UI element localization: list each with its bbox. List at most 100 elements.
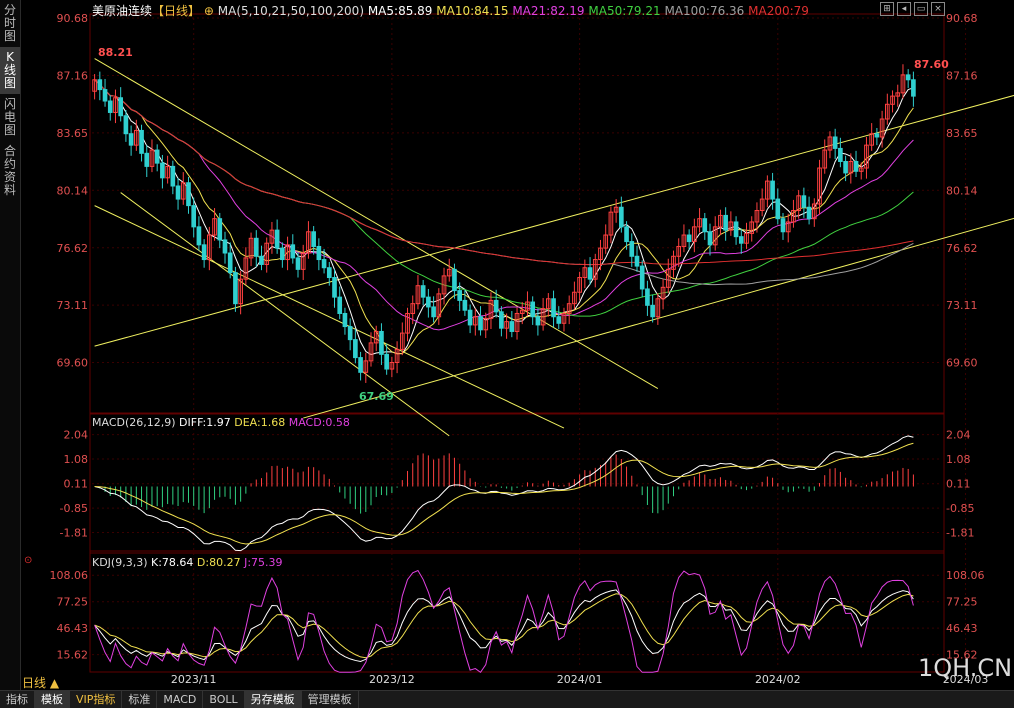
kdj-panel (95, 571, 914, 673)
macd-dea: DEA:1.68 (234, 416, 285, 429)
kdj-j: J:75.39 (244, 556, 282, 569)
macd-header: MACD(26,12,9) DIFF:1.97 DEA:1.68 MACD:0.… (92, 416, 350, 429)
sidebar-tab-contract-info[interactable]: 合约资料 (0, 141, 20, 201)
grid-icon[interactable]: ⊞ (880, 2, 894, 16)
price-tick-right: 90.68 (946, 12, 978, 25)
tab-indicator[interactable]: 指标 (0, 691, 35, 708)
macd-tick-left: 2.04 (64, 429, 89, 442)
candle-body (635, 256, 639, 266)
period-label: 【日线】 (152, 4, 200, 18)
time-tick-label: 2023/11 (171, 673, 217, 686)
kdj-k: K:78.64 (151, 556, 193, 569)
kdj-tick-left: 15.62 (57, 649, 89, 662)
candle-body (687, 235, 691, 242)
tab-manage-template[interactable]: 管理模板 (302, 691, 359, 708)
time-tick-label: 2024/02 (755, 673, 801, 686)
candle-body (479, 317, 483, 330)
candle-body (839, 148, 843, 161)
tab-boll[interactable]: BOLL (203, 691, 244, 708)
moving-averages (95, 80, 914, 355)
kdj-tick-right: 108.06 (946, 569, 985, 582)
candle-body (140, 130, 144, 153)
candle-body (124, 116, 128, 134)
candle-body (161, 163, 165, 178)
kdj-d-line (95, 594, 914, 658)
price-tick-left: 83.65 (57, 127, 89, 140)
tab-vip-indicator[interactable]: VIP指标 (70, 691, 122, 708)
candle-body (536, 317, 540, 325)
trendline (121, 193, 450, 436)
bottom-toolbar: 指标 模板 VIP指标 标准 MACD BOLL 另存模板 管理模板 (0, 690, 1014, 708)
watermark: 1QH.CN (918, 654, 1012, 682)
ma21-value: MA21:82.19 (512, 4, 584, 18)
candle-body (552, 299, 556, 317)
candle-body (844, 161, 848, 172)
tab-standard[interactable]: 标准 (122, 691, 157, 708)
candle-body (291, 245, 295, 258)
window-icon[interactable]: ▭ (914, 2, 928, 16)
macd-panel (95, 436, 914, 551)
sidebar-tab-timeshare[interactable]: 分时图 (0, 0, 20, 47)
candle-body (421, 286, 425, 297)
price-tick-left: 73.11 (57, 299, 89, 312)
candle-body (296, 258, 300, 269)
sidebar-tab-kline[interactable]: K线图 (0, 47, 20, 94)
price-tick-right: 87.16 (946, 70, 978, 83)
candle-body (500, 312, 504, 328)
candle-body (228, 253, 232, 273)
candle-body (781, 219, 785, 232)
candle-body (348, 327, 352, 340)
kdj-settings-icon[interactable]: ⊙ (24, 555, 32, 566)
candle-body (588, 268, 592, 279)
candle-body (343, 313, 347, 326)
trendlines (95, 59, 1014, 436)
price-tick-left: 76.62 (57, 242, 89, 255)
macd-diff: DIFF:1.97 (179, 416, 231, 429)
kdj-header: KDJ(9,3,3) K:78.64 D:80.27 J:75.39 (92, 556, 283, 569)
chart-canvas: 90.6890.6887.1687.1683.6583.6580.1480.14… (0, 0, 1014, 690)
price-tick-right: 76.62 (946, 242, 978, 255)
tab-template[interactable]: 模板 (35, 691, 70, 708)
add-icon[interactable]: ⊕ (204, 4, 214, 18)
candle-body (103, 90, 107, 101)
instrument-title: 美原油连续 (92, 4, 152, 18)
candle-body (776, 199, 780, 219)
candle-body (531, 302, 535, 317)
candle-body (463, 300, 467, 310)
candle-body (724, 215, 728, 230)
price-tick-left: 80.14 (57, 184, 89, 197)
candle-body (254, 238, 258, 256)
candle-body (432, 307, 436, 317)
kdj-tick-left: 77.25 (57, 596, 89, 609)
annot-last-high: 87.60 (914, 58, 949, 71)
macd-tick-left: 1.08 (64, 453, 89, 466)
back-icon[interactable]: ◂ (897, 2, 911, 16)
macd-tick-right: 2.04 (946, 429, 971, 442)
sidebar: 分时图 K线图 闪电图 合约资料 (0, 0, 21, 690)
candle-body (192, 206, 196, 227)
candle-body (385, 354, 389, 369)
sidebar-tab-flash[interactable]: 闪电图 (0, 94, 20, 141)
candle-body (620, 207, 624, 227)
macd-tick-right: -0.85 (946, 502, 974, 515)
time-tick-label: 2023/12 (369, 673, 415, 686)
tab-macd[interactable]: MACD (157, 691, 203, 708)
macd-tick-right: 0.11 (946, 478, 971, 491)
candle-body (807, 207, 811, 218)
candle-body (260, 256, 264, 264)
macd-tick-left: 0.11 (64, 478, 89, 491)
candle-body (129, 134, 133, 145)
candle-body (625, 227, 629, 242)
candle-body (380, 331, 384, 354)
candle-body (468, 310, 472, 325)
close-icon[interactable]: × (931, 2, 945, 16)
candle-body (651, 305, 655, 316)
tab-save-template[interactable]: 另存模板 (245, 691, 302, 708)
candle-body (176, 186, 180, 199)
time-tick-label: 2024/01 (557, 673, 603, 686)
macd-tick-right: 1.08 (946, 453, 971, 466)
ma21-line (95, 80, 914, 330)
trendline (303, 194, 1014, 418)
kdj-tick-left: 108.06 (50, 569, 89, 582)
period-button[interactable]: 日线 ▲ (22, 674, 59, 691)
